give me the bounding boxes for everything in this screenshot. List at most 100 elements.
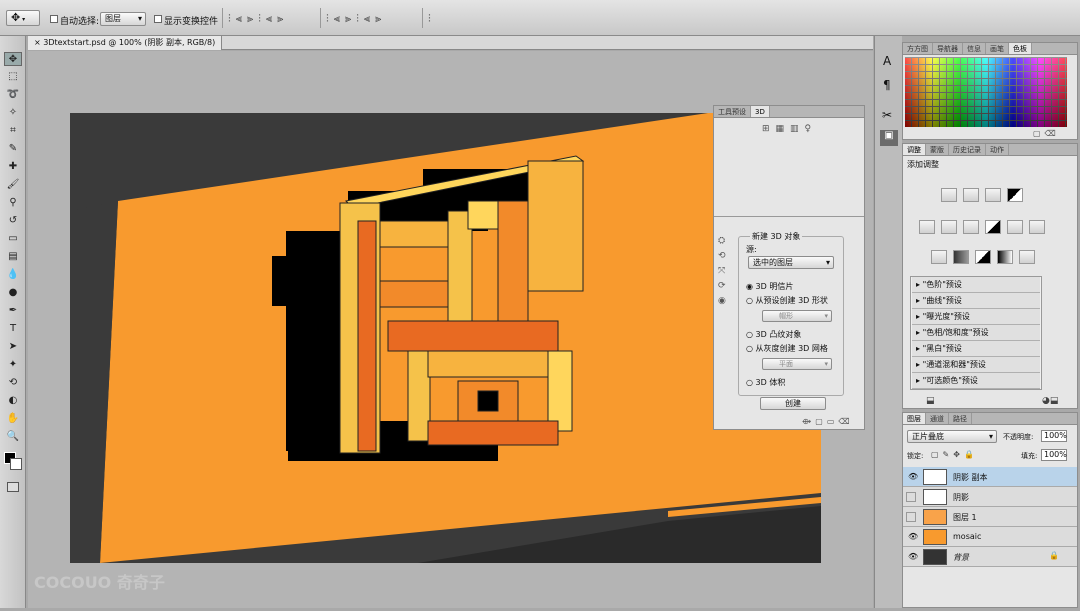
- tab-tool-presets[interactable]: 工具预设: [714, 106, 751, 117]
- eyedropper-icon[interactable]: ✎: [4, 142, 22, 156]
- marquee-tool-icon[interactable]: ⬚: [4, 70, 22, 84]
- tab-info[interactable]: 信息: [963, 43, 986, 54]
- tool-presets-icon[interactable]: ✂: [882, 108, 892, 122]
- hue-saturation-icon[interactable]: [941, 220, 957, 234]
- tab-channels[interactable]: 通道: [926, 413, 949, 424]
- lasso-tool-icon[interactable]: ➰: [4, 88, 22, 102]
- tab-swatches[interactable]: 色板: [1009, 43, 1032, 54]
- healing-brush-icon[interactable]: ✚: [4, 160, 22, 174]
- auto-select-checkbox[interactable]: [50, 15, 58, 23]
- preset-exposure[interactable]: ▸ "曝光度"预设: [912, 309, 1040, 325]
- tab-navigator[interactable]: 导航器: [933, 43, 963, 54]
- invert-icon[interactable]: [931, 250, 947, 264]
- tab-actions[interactable]: 动作: [986, 144, 1009, 155]
- layer-row[interactable]: 👁 阴影 副本: [903, 467, 1077, 487]
- close-icon[interactable]: ×: [34, 38, 41, 47]
- brush-tool-icon[interactable]: 🖌: [4, 178, 22, 192]
- eye-icon[interactable]: 👁: [908, 532, 918, 541]
- eraser-icon[interactable]: ▭: [4, 232, 22, 246]
- preset-curves[interactable]: ▸ "曲线"预设: [912, 293, 1040, 309]
- channel-mixer-icon[interactable]: [1029, 220, 1045, 234]
- swatches-footer-icons[interactable]: ▢⌫: [1033, 129, 1060, 138]
- 3d-panel-filter-icons[interactable]: ⊞▦▥♀: [762, 124, 817, 134]
- auto-select-dropdown[interactable]: 图层 ▾: [100, 12, 146, 26]
- black-white-icon[interactable]: [985, 220, 1001, 234]
- history-brush-icon[interactable]: ↺: [4, 214, 22, 228]
- blend-mode-dropdown[interactable]: 正片叠底 ▾: [907, 430, 997, 443]
- adjustments-footer-icon[interactable]: ⬓: [926, 396, 935, 406]
- path-selection-icon[interactable]: ➤: [4, 340, 22, 354]
- option-postcard[interactable]: ◉ 3D 明信片: [746, 281, 793, 292]
- preset-hue-saturation[interactable]: ▸ "色相/饱和度"预设: [912, 325, 1040, 341]
- dodge-tool-icon[interactable]: ●: [4, 286, 22, 300]
- layer-row[interactable]: 👁 背景 🔒: [903, 547, 1077, 567]
- preset-levels[interactable]: ▸ "色阶"预设: [912, 277, 1040, 293]
- option-grayscale-mesh[interactable]: ○ 从灰度创建 3D 网格: [746, 343, 828, 354]
- eye-toggle-empty[interactable]: [906, 512, 916, 522]
- 3d-rotate-icon[interactable]: ⟲: [4, 376, 22, 390]
- auto-align-icon[interactable]: ⫶: [428, 12, 431, 26]
- tab-adjustments[interactable]: 调整: [903, 144, 926, 155]
- gradient-tool-icon[interactable]: ▤: [4, 250, 22, 264]
- background-color-swatch[interactable]: [10, 458, 22, 470]
- crop-tool-icon[interactable]: ⌗: [4, 124, 22, 138]
- zoom-tool-icon[interactable]: 🔍: [4, 430, 22, 444]
- document-tab[interactable]: × 3Dtextstart.psd @ 100% (阴影 副本, RGB/8): [28, 36, 223, 50]
- gradient-map-icon[interactable]: [997, 250, 1013, 264]
- source-dropdown[interactable]: 选中的图层 ▾: [748, 256, 834, 269]
- tab-paths[interactable]: 路径: [949, 413, 972, 424]
- swatch-grid[interactable]: [905, 57, 1067, 127]
- option-preset-shape[interactable]: ○ 从预设创建 3D 形状: [746, 295, 828, 306]
- layer-row[interactable]: 👁 mosaic: [903, 527, 1077, 547]
- paragraph-panel-icon[interactable]: ¶: [883, 78, 891, 92]
- shape-select[interactable]: 帽形 ▾: [762, 310, 832, 322]
- threshold-icon[interactable]: [975, 250, 991, 264]
- align-buttons-group[interactable]: ⫶⫷⫸⫶⫷⫸: [228, 12, 288, 26]
- move-tool-preset-picker[interactable]: ✥ ▾: [6, 10, 40, 26]
- tab-masks[interactable]: 蒙版: [926, 144, 949, 155]
- distribute-buttons-group[interactable]: ⫶⫷⫸⫶⫷⫸: [326, 12, 386, 26]
- opacity-field[interactable]: 100%: [1041, 430, 1067, 442]
- option-repousse[interactable]: ○ 3D 凸纹对象: [746, 329, 801, 340]
- lock-icons[interactable]: ▢✎✥🔒: [931, 450, 978, 459]
- create-button[interactable]: 创建: [760, 397, 826, 410]
- selective-color-icon[interactable]: [1019, 250, 1035, 264]
- blur-tool-icon[interactable]: 💧: [4, 268, 22, 282]
- show-transform-checkbox[interactable]: [154, 15, 162, 23]
- preset-channel-mixer[interactable]: ▸ "通道混和器"预设: [912, 357, 1040, 373]
- eye-icon[interactable]: 👁: [908, 552, 918, 561]
- fill-field[interactable]: 100%: [1041, 449, 1067, 461]
- 3d-panel-footer-icons[interactable]: ⟴▢▭⌫: [802, 417, 854, 426]
- 3d-camera-icon[interactable]: ◐: [4, 394, 22, 408]
- character-panel-icon[interactable]: A: [883, 54, 891, 68]
- tab-histogram[interactable]: 方方图: [903, 43, 933, 54]
- clone-stamp-icon[interactable]: ⚲: [4, 196, 22, 210]
- layer-row[interactable]: 阴影: [903, 487, 1077, 507]
- eye-icon[interactable]: 👁: [908, 472, 918, 481]
- brightness-icon[interactable]: [941, 188, 957, 202]
- adjustments-footer-icon-right[interactable]: ◕⬓: [1042, 396, 1058, 406]
- eye-toggle-empty[interactable]: [906, 492, 916, 502]
- hand-tool-icon[interactable]: ✋: [4, 412, 22, 426]
- 3d-panel-icon[interactable]: ▣: [880, 130, 898, 146]
- preset-black-white[interactable]: ▸ "黑白"预设: [912, 341, 1040, 357]
- preset-selective-color[interactable]: ▸ "可选颜色"预设: [912, 373, 1040, 389]
- mesh-select[interactable]: 平面 ▾: [762, 358, 832, 370]
- layer-row[interactable]: 图层 1: [903, 507, 1077, 527]
- magic-wand-icon[interactable]: ✧: [4, 106, 22, 120]
- levels-icon[interactable]: [963, 188, 979, 202]
- tab-brushes[interactable]: 画笔: [986, 43, 1009, 54]
- move-tool-icon[interactable]: ✥: [4, 52, 22, 66]
- photo-filter-icon[interactable]: [1007, 220, 1023, 234]
- quick-mask-icon[interactable]: [7, 482, 19, 492]
- 3d-panel-side-icons[interactable]: ⛭ ⟲ ⤧ ⟳ ◉: [718, 234, 726, 309]
- type-tool-icon[interactable]: T: [4, 322, 22, 336]
- color-balance-icon[interactable]: [963, 220, 979, 234]
- exposure-icon[interactable]: [1007, 188, 1023, 202]
- shape-tool-icon[interactable]: ✦: [4, 358, 22, 372]
- option-volume[interactable]: ○ 3D 体积: [746, 377, 785, 388]
- tab-layers[interactable]: 图层: [903, 413, 926, 424]
- tab-3d[interactable]: 3D: [751, 106, 770, 117]
- tab-history[interactable]: 历史记录: [949, 144, 986, 155]
- posterize-icon[interactable]: [953, 250, 969, 264]
